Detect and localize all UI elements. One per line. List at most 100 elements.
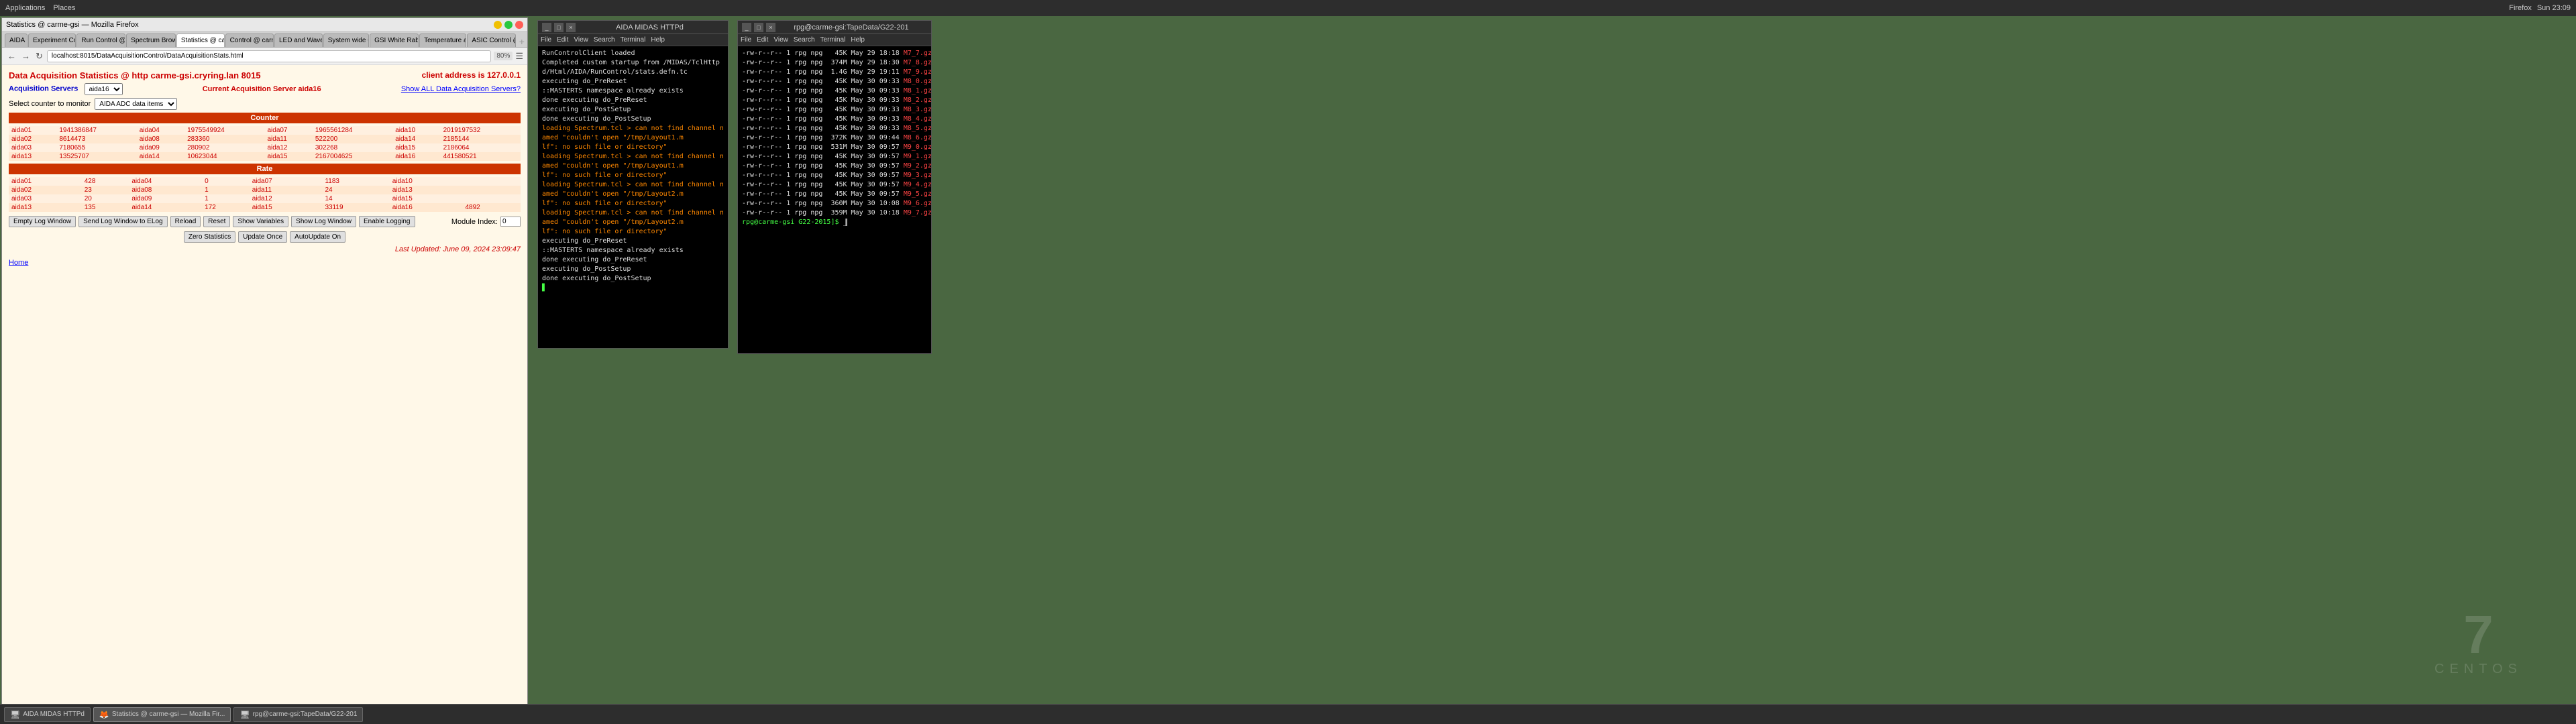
table-cell: 24 (322, 186, 389, 194)
tab-label: Experiment Contr... (33, 37, 76, 44)
places-menu[interactable]: Places (53, 4, 75, 12)
midas-view-menu[interactable]: View (574, 36, 588, 44)
tab-asic[interactable]: ASIC Control @ c... × (467, 34, 515, 47)
taskbar-label-midas: AIDA MIDAS HTTPd (23, 711, 85, 718)
taskbar-label-terminal: rpg@carme-gsi:TapeData/G22-201 (253, 711, 358, 718)
terminal-line: -rw-r--r-- 1 rpg npg 45K May 30 09:33 M8… (742, 86, 927, 96)
log-line: executing do_PostSetup (542, 105, 724, 115)
desktop-background: _ □ × AIDA MIDAS HTTPd File Edit View Se… (529, 16, 2576, 704)
counter-select[interactable]: AIDA ADC data items (95, 98, 177, 110)
taskbar-item-terminal[interactable]: 🖥 rpg@carme-gsi:TapeData/G22-201 (233, 707, 363, 722)
table-cell: aida15 (250, 203, 323, 212)
log-line: lf": no such file or directory" (542, 143, 724, 152)
empty-log-window-button[interactable]: Empty Log Window (9, 216, 76, 227)
send-log-elog-button[interactable]: Send Log Window to ELog (78, 216, 167, 227)
tab-gsi[interactable]: GSI White Rabbit ... × (370, 34, 419, 47)
terminal-help-menu[interactable]: Help (851, 36, 865, 44)
hamburger-menu-icon[interactable]: ☰ (515, 51, 523, 62)
tab-spectrum[interactable]: Spectrum Browsin... × (126, 34, 176, 47)
midas-maximize-button[interactable]: □ (554, 23, 564, 32)
terminal-maximize-button[interactable]: □ (754, 23, 763, 32)
midas-file-menu[interactable]: File (541, 36, 551, 44)
update-once-button[interactable]: Update Once (238, 231, 287, 243)
address-bar[interactable] (47, 50, 491, 62)
reload-button[interactable]: Reload (170, 216, 201, 227)
table-cell: aida13 (390, 186, 463, 194)
terminal-cursor: ▋ (542, 284, 546, 292)
counter-select-row: Select counter to monitor AIDA ADC data … (9, 98, 521, 110)
daq-page: Data Acquisition Statistics @ http carme… (2, 65, 527, 704)
terminal-terminal-menu[interactable]: Terminal (820, 36, 846, 44)
applications-menu[interactable]: Applications (5, 4, 45, 12)
terminal-edit-menu[interactable]: Edit (757, 36, 768, 44)
forward-button[interactable]: → (20, 51, 32, 61)
enable-logging-button[interactable]: Enable Logging (359, 216, 415, 227)
table-cell (462, 194, 521, 203)
server-select[interactable]: aida16 (85, 83, 123, 95)
reset-button[interactable]: Reset (203, 216, 230, 227)
terminal-view-menu[interactable]: View (773, 36, 788, 44)
module-index-input[interactable] (500, 217, 521, 227)
show-variables-button[interactable]: Show Variables (233, 216, 288, 227)
midas-title-bar: _ □ × AIDA MIDAS HTTPd (538, 21, 728, 34)
browser-tabs: AIDA × Experiment Contr... × Run Control… (2, 32, 527, 48)
table-cell: aida08 (129, 186, 202, 194)
terminal-line: -rw-r--r-- 1 rpg npg 359M May 30 10:18 M… (742, 208, 927, 218)
terminal-close-button[interactable]: × (766, 23, 775, 32)
table-cell: aida12 (264, 143, 312, 152)
daq-client-address: client address is 127.0.0.1 (422, 70, 521, 80)
midas-minimize-button[interactable]: _ (542, 23, 551, 32)
zero-stats-row: Zero Statistics Update Once AutoUpdate O… (9, 231, 521, 243)
terminal-window: _ □ × rpg@carme-gsi:TapeData/G22-201 Fil… (737, 20, 932, 354)
midas-help-menu[interactable]: Help (651, 36, 665, 44)
taskbar-item-firefox[interactable]: 🦊 Statistics @ carme-gsi — Mozilla Fir..… (93, 707, 231, 722)
table-cell: 1965561284 (313, 126, 392, 135)
show-all-servers-link[interactable]: Show ALL Data Acquisition Servers? (401, 85, 521, 93)
tab-system[interactable]: System wide Ch... × (323, 34, 369, 47)
table-cell: aida02 (9, 135, 56, 143)
table-row: aida02 8614473 aida08 283360 aida11 5222… (9, 135, 521, 143)
terminal-minimize-button[interactable]: _ (742, 23, 751, 32)
tab-temp[interactable]: Temperature and... × (419, 34, 466, 47)
browser-nav: ← → ↻ 80% ☰ (2, 48, 527, 65)
taskbar: 🖥 AIDA MIDAS HTTPd 🦊 Statistics @ carme-… (0, 704, 2576, 724)
home-link[interactable]: Home (9, 259, 521, 267)
table-cell: 1 (202, 186, 250, 194)
midas-search-menu[interactable]: Search (594, 36, 615, 44)
terminal-title-text: rpg@carme-gsi:TapeData/G22-201 (775, 23, 927, 32)
midas-edit-menu[interactable]: Edit (557, 36, 568, 44)
table-row: aida03 7180655 aida09 280902 aida12 3022… (9, 143, 521, 152)
counter-table: aida01 1941386847 aida04 1975549924 aida… (9, 126, 521, 161)
tab-experiment[interactable]: Experiment Contr... × (28, 34, 76, 47)
tab-control[interactable]: Control @ carme-... × (225, 34, 274, 47)
tab-run-control[interactable]: Run Control @ ca... × (76, 34, 125, 47)
table-cell: aida09 (129, 194, 202, 203)
midas-terminal-menu[interactable]: Terminal (621, 36, 646, 44)
zero-statistics-button[interactable]: Zero Statistics (184, 231, 235, 243)
terminal-file-menu[interactable]: File (741, 36, 751, 44)
table-cell: 302268 (313, 143, 392, 152)
minimize-button[interactable] (494, 21, 502, 29)
log-line: done executing do_PostSetup (542, 115, 724, 124)
terminal-line: -rw-r--r-- 1 rpg npg 45K May 30 09:33 M8… (742, 77, 927, 86)
tab-statistics[interactable]: Statistics @ carm... × (176, 34, 225, 47)
gnome-top-left: Applications Places (5, 4, 75, 12)
log-line: executing do_PreReset (542, 237, 724, 246)
terminal-search-menu[interactable]: Search (794, 36, 815, 44)
new-tab-button[interactable]: + (519, 36, 525, 47)
table-cell (462, 177, 521, 186)
close-button[interactable] (515, 21, 523, 29)
tab-led[interactable]: LED and Wavefor... × (274, 34, 323, 47)
back-button[interactable]: ← (6, 51, 17, 61)
maximize-button[interactable] (504, 21, 513, 29)
reload-button[interactable]: ↻ (34, 51, 44, 62)
auto-update-button[interactable]: AutoUpdate On (290, 231, 345, 243)
show-log-window-button[interactable]: Show Log Window (291, 216, 356, 227)
taskbar-item-midas[interactable]: 🖥 AIDA MIDAS HTTPd (4, 707, 91, 722)
table-cell: aida15 (392, 143, 440, 152)
table-cell: aida09 (137, 143, 184, 152)
tab-aida[interactable]: AIDA × (5, 34, 28, 47)
table-cell: 1183 (322, 177, 389, 186)
midas-close-button[interactable]: × (566, 23, 576, 32)
midas-window: _ □ × AIDA MIDAS HTTPd File Edit View Se… (537, 20, 729, 349)
